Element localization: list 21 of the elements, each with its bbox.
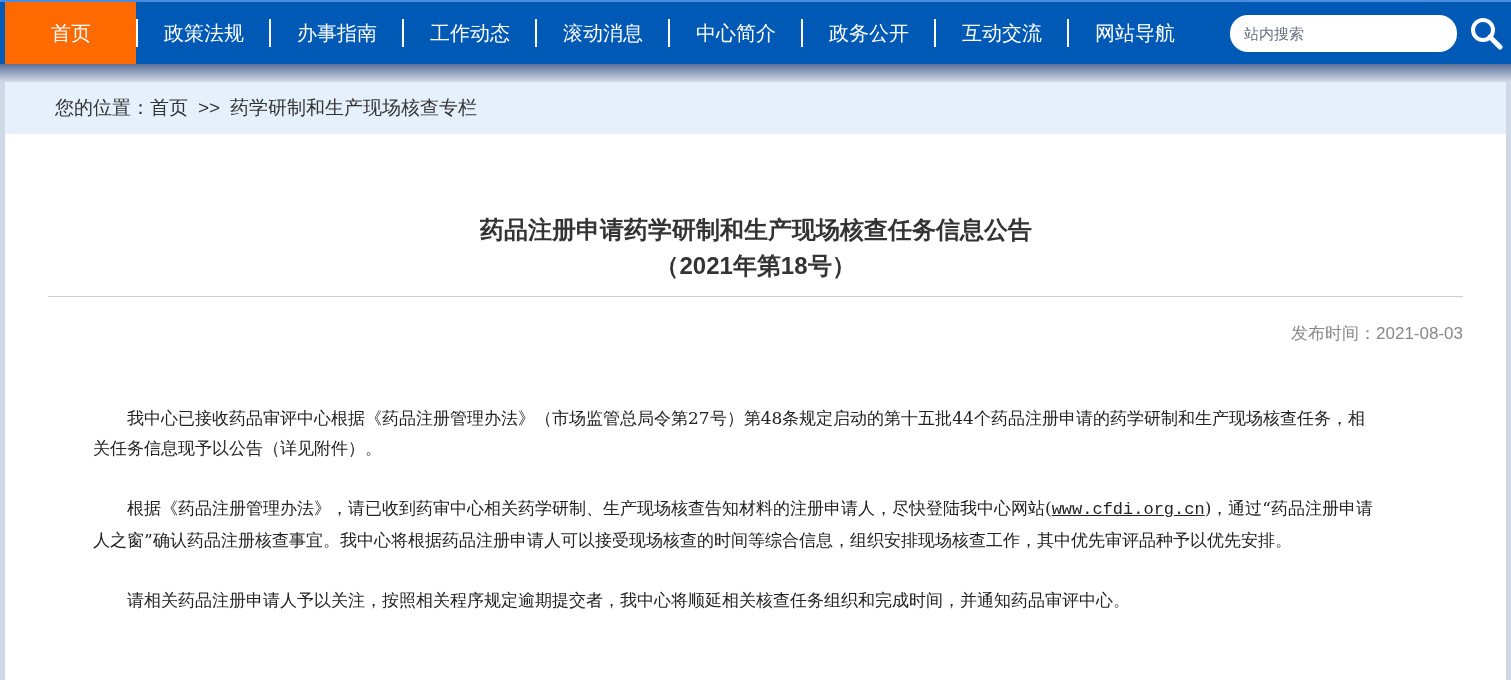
search-field[interactable]: 站内搜索 [1230, 14, 1457, 52]
nav-tab[interactable]: 滚动消息 [537, 2, 668, 64]
publish-date: 发布时间：2021-08-03 [1291, 323, 1463, 345]
article-title: 药品注册申请药学研制和生产现场核查任务信息公告 [479, 215, 1032, 245]
nav-tab[interactable]: 网站导航 [1069, 2, 1200, 64]
nav-tab[interactable]: 办事指南 [271, 2, 402, 64]
nav-tab[interactable]: 政务公开 [803, 2, 934, 64]
breadcrumb-separator: >> [198, 95, 221, 120]
article-subtitle: （2021年第18号） [655, 251, 856, 281]
nav-tab[interactable]: 互动交流 [936, 2, 1067, 64]
article-paragraph: 我中心已接收药品审评中心根据《药品注册管理办法》（市场监管总局令第27号）第48条规定启动的第十五批44个药品注册申请的药学研制和生产现场核查任务，相关任务信息现予以公告（详见附件）。 [93, 406, 1366, 460]
nav-tab[interactable]: 中心简介 [670, 2, 801, 64]
nav-tab[interactable]: 工作动态 [404, 2, 535, 64]
website-link[interactable]: www.cfdi.org.cn [1051, 499, 1205, 519]
breadcrumb-link[interactable]: 首页 [150, 93, 188, 123]
breadcrumb-label: 您的位置： [55, 95, 150, 120]
breadcrumb-link[interactable]: 药学研制和生产现场核查专栏 [230, 93, 478, 123]
nav-tab[interactable]: 政策法规 [138, 2, 269, 64]
search-icon[interactable] [1469, 16, 1503, 50]
article-paragraph: 根据《药品注册管理办法》，请已收到药审中心相关药学研制、生产现场核查告知材料的注册申请人，尽快登陆我中心网站(www.cfdi.org.cn)，通过“药品注册申请人之窗”确认药品注册核查事宜。我中心将根据药品注册申请人可以接受现场核查的时间等综合信息，组织安排现场核查工作，其中优先审评品种予以优先安排。 [93, 496, 1374, 552]
article-paragraph: 请相关药品注册申请人予以关注，按照相关程序规定逾期提交者，我中心将顺延相关核查任务组织和完成时间，并通知药品审评中心。 [126, 588, 1131, 612]
